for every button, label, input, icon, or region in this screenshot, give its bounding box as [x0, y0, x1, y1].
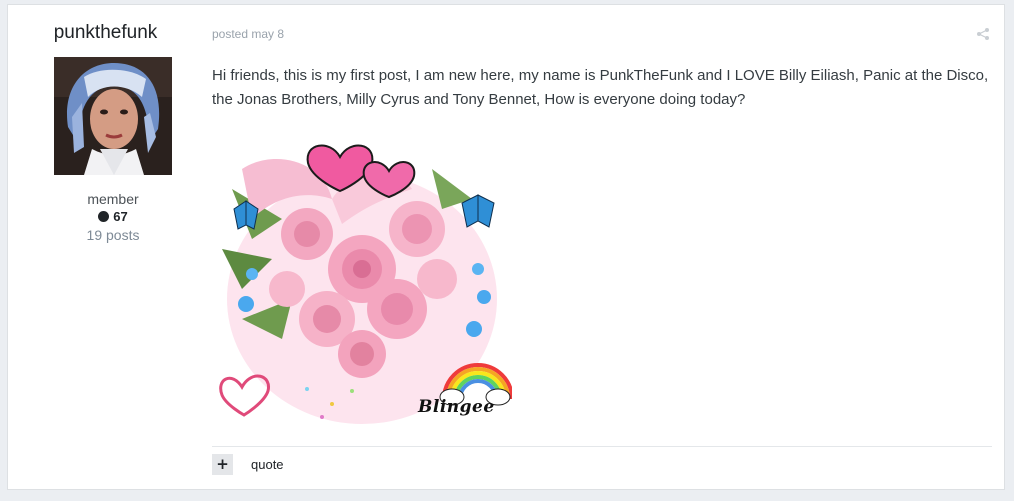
author-name[interactable]: punkthefunk	[8, 22, 203, 44]
forum-post: punkthefunk member 67 19 posts posted ma…	[7, 4, 1005, 490]
share-icon[interactable]	[976, 27, 990, 41]
reputation-value: 67	[113, 209, 128, 224]
reputation-badge: 67	[8, 209, 218, 224]
rose-bouquet-image	[212, 129, 512, 429]
post-body-text: Hi friends, this is my first post, I am …	[212, 67, 989, 108]
quote-button[interactable]: quote	[251, 457, 284, 472]
reputation-dot-icon	[98, 211, 110, 222]
post-footer-divider	[212, 446, 992, 447]
post-count[interactable]: 19 posts	[8, 227, 218, 243]
avatar-portrait	[54, 57, 172, 175]
multiquote-add-button[interactable]: +	[212, 454, 233, 475]
post-date[interactable]: posted may 8	[212, 27, 284, 41]
member-title: member	[87, 191, 139, 207]
blingee-watermark: Blingee	[418, 397, 495, 417]
avatar[interactable]	[54, 57, 172, 175]
blingee-image[interactable]	[212, 129, 512, 429]
